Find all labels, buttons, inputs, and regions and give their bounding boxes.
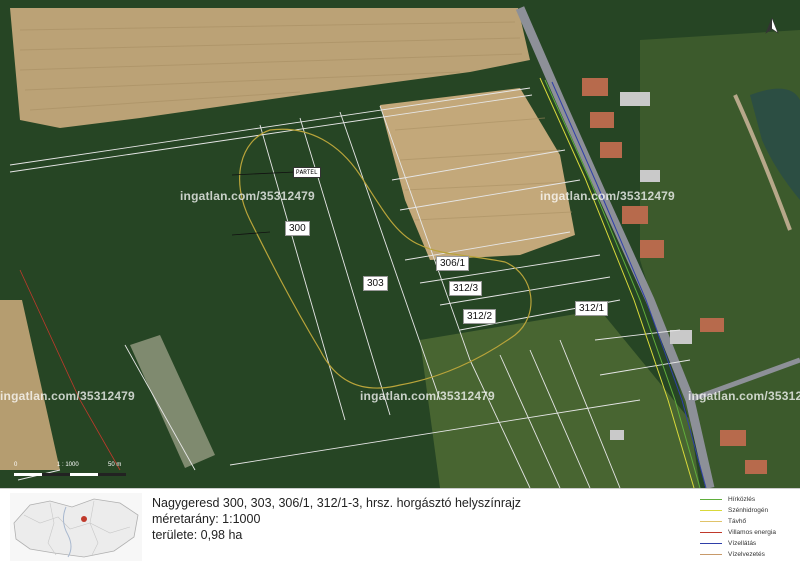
legend-item: Távhő (700, 516, 800, 527)
legend-swatch (700, 543, 722, 544)
parcel-label-312-3[interactable]: 312/3 (449, 281, 483, 296)
parcel-label-312-2[interactable]: 312/2 (463, 309, 497, 324)
legend-label: Vízellátás (728, 540, 757, 547)
scale-end: 50 m (108, 462, 122, 468)
location-minimap (10, 493, 142, 561)
legend-swatch (700, 521, 722, 522)
scale-segment (98, 473, 126, 476)
title-block: Nagygeresd 300, 303, 306/1, 312/1-3, hrs… (152, 495, 672, 543)
watermark: ingatlan.com/35312479 (180, 189, 315, 203)
watermark: ingatlan.com/35312479 (688, 389, 800, 403)
legend-label: Távhő (728, 518, 747, 525)
legend-item: Szénhidrogén (700, 505, 800, 516)
location-marker-icon (81, 516, 87, 522)
area-text: területe: 0,98 ha (152, 528, 243, 542)
legend-label: Villamos energia (728, 529, 776, 536)
legend-swatch (700, 499, 722, 500)
legend-label: Szénhidrogén (728, 507, 769, 514)
legend-item: Hírközlés (700, 494, 800, 505)
legend-label: Vízelvezetés (728, 551, 765, 558)
watermark: ingatlan.com/35312479 (540, 189, 675, 203)
parcel-label-300[interactable]: 300 (285, 221, 310, 236)
scale-segment (42, 473, 70, 476)
scale-bar: 0 1 : 1000 50 m (14, 462, 126, 484)
legend-swatch (700, 510, 722, 511)
utility-legend: Hírközlés Szénhidrogén Távhő Villamos energ… (700, 494, 800, 560)
scale-ratio: 1 : 1000 (57, 462, 79, 468)
legend-swatch (700, 532, 722, 533)
parcel-label-303[interactable]: 303 (363, 276, 388, 291)
map-title: Nagygeresd 300, 303, 306/1, 312/1-3, hrs… (152, 496, 521, 510)
legend-item: Vízellátás (700, 538, 800, 549)
map-footer: Nagygeresd 300, 303, 306/1, 312/1-3, hrs… (0, 488, 800, 566)
scale-text: méretarány: 1:1000 (152, 512, 261, 526)
scale-segment (14, 473, 42, 476)
scale-segment (70, 473, 98, 476)
scale-start: 0 (14, 462, 18, 468)
legend-swatch (700, 554, 722, 555)
map-canvas (0, 0, 800, 489)
partel-callout: PARTEL (293, 167, 321, 178)
legend-item: Villamos energia (700, 527, 800, 538)
north-arrow-icon (765, 17, 779, 34)
parcel-label-312-1[interactable]: 312/1 (575, 301, 609, 316)
watermark: ingatlan.com/35312479 (0, 389, 135, 403)
aerial-map[interactable]: ingatlan.com/35312479 ingatlan.com/35312… (0, 0, 800, 489)
legend-item: Vízelvezetés (700, 549, 800, 560)
parcel-label-306-1[interactable]: 306/1 (436, 256, 470, 271)
watermark: ingatlan.com/35312479 (360, 389, 495, 403)
legend-label: Hírközlés (728, 496, 756, 503)
